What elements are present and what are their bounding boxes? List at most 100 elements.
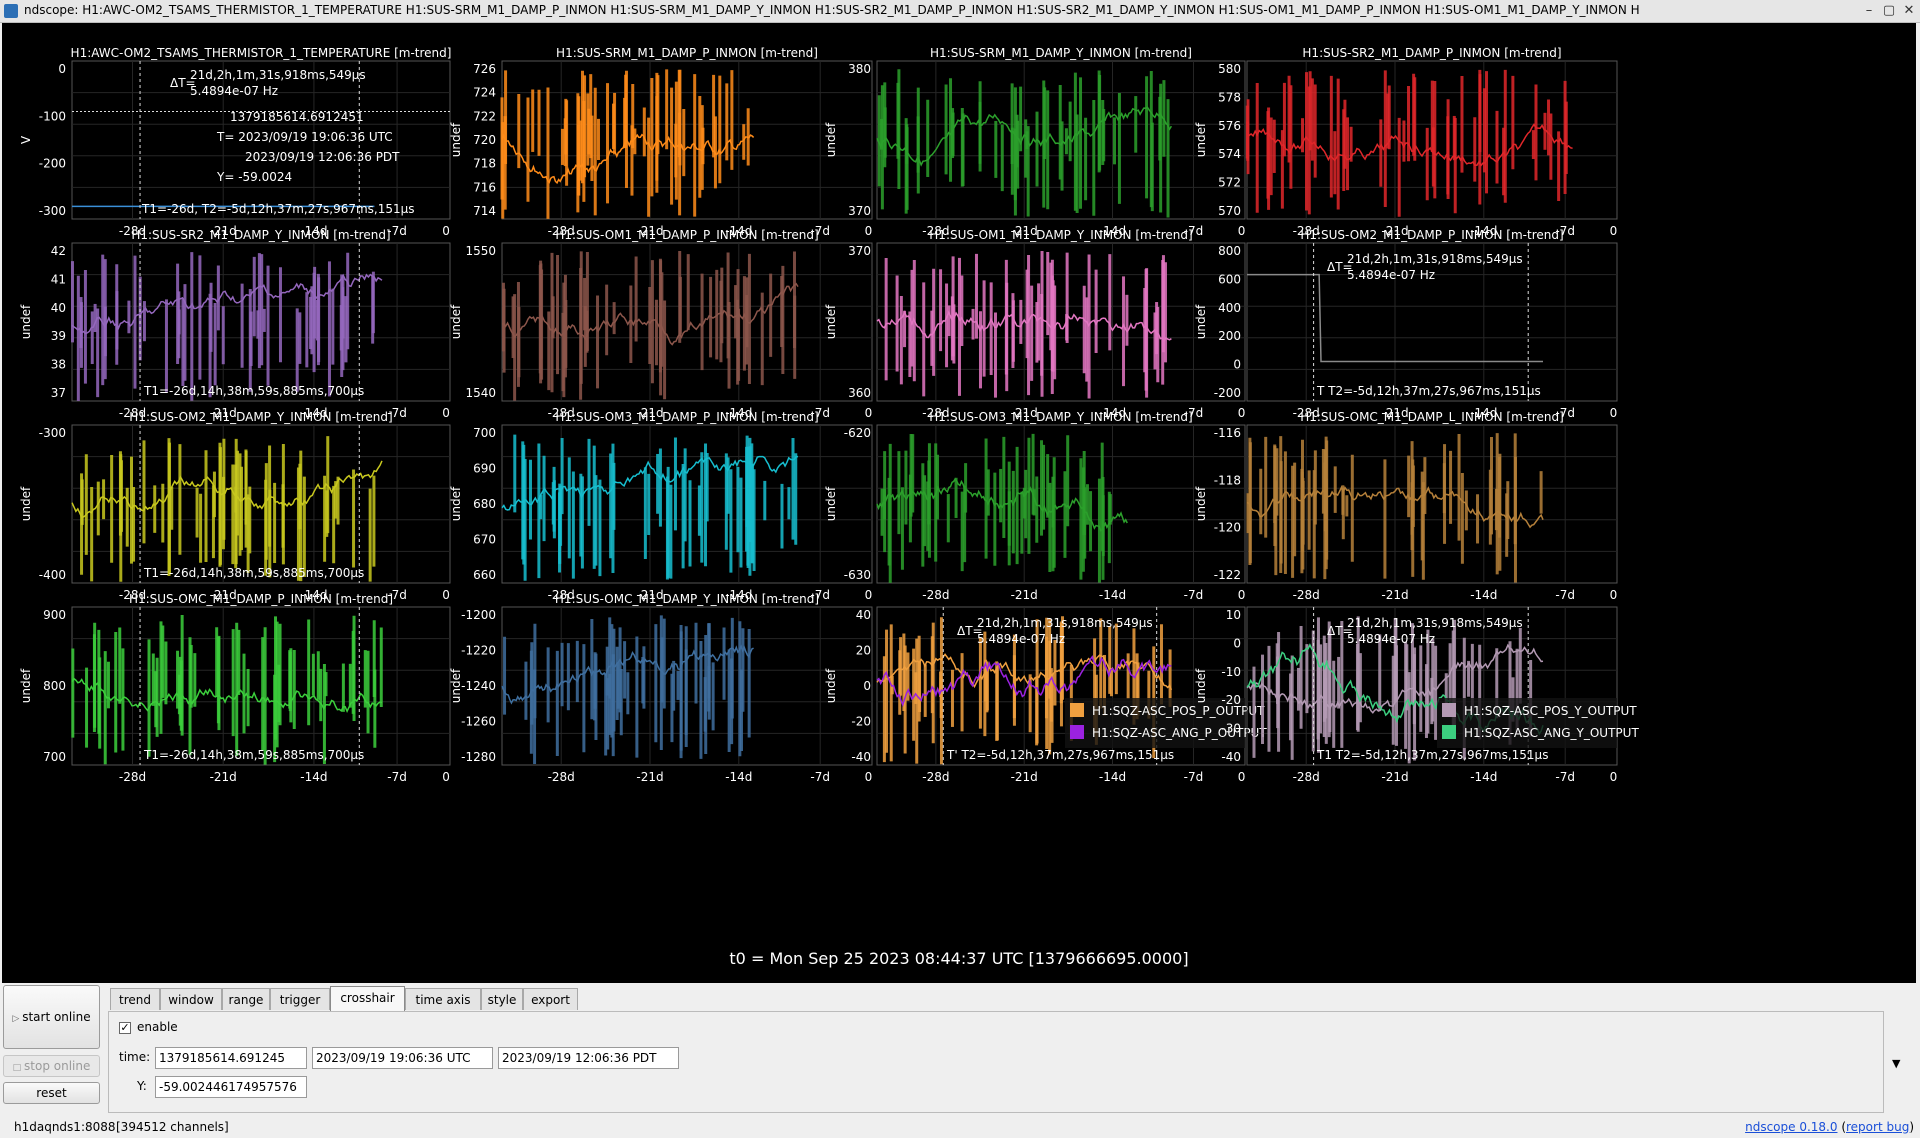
- trend-plot[interactable]: -28d -21d -14d -7d 0100-10-20-30-40undefΔT=2…: [1194, 606, 1639, 784]
- y-tick-label: -100: [39, 109, 66, 123]
- x-tick-label: 0: [1610, 406, 1618, 420]
- y-tick-label: -1200: [461, 608, 496, 622]
- plot-area[interactable]: H1:AWC-OM2_TSAMS_THERMISTOR_1_TEMPERATUR…: [2, 23, 1916, 983]
- y-tick-label: 42: [51, 244, 66, 258]
- plot-grid[interactable]: H1:AWC-OM2_TSAMS_THERMISTOR_1_TEMPERATUR…: [2, 23, 1916, 983]
- plot-title: H1:SUS-SRM_M1_DAMP_P_INMON [m-trend]: [556, 46, 818, 60]
- x-tick-label: 0: [1610, 770, 1618, 784]
- minimize-icon[interactable]: –: [1860, 2, 1878, 20]
- y-tick-label: 0: [1233, 358, 1241, 372]
- crosshair-pdt: 2023/09/19 12:06:36 PDT: [245, 150, 400, 164]
- tab-window[interactable]: window: [160, 988, 222, 1010]
- plot-title: H1:SUS-OM3_M1_DAMP_P_INMON [m-trend]: [555, 410, 818, 424]
- y-tick-label: 400: [1218, 301, 1241, 315]
- trend-plot[interactable]: H1:SUS-SR2_M1_DAMP_P_INMON [m-trend]-28d…: [1194, 46, 1618, 238]
- plot-title: H1:SUS-SRM_M1_DAMP_Y_INMON [m-trend]: [930, 46, 1192, 60]
- x-tick-label: -21d: [210, 770, 237, 784]
- tab-export[interactable]: export: [523, 988, 578, 1010]
- app-icon: [4, 4, 18, 18]
- maximize-icon[interactable]: ▢: [1880, 2, 1898, 20]
- y-tick-label: -20: [851, 715, 871, 729]
- x-tick-label: 0: [1238, 406, 1246, 420]
- plot-title: H1:SUS-OM3_M1_DAMP_Y_INMON [m-trend]: [929, 410, 1192, 424]
- y-axis-label: undef: [1194, 122, 1208, 157]
- x-tick-label: -28d: [1293, 588, 1320, 602]
- y-tick-label: -1220: [461, 644, 496, 658]
- x-tick-label: -14d: [1470, 770, 1497, 784]
- trend-plot[interactable]: H1:SUS-OMC_M1_DAMP_Y_INMON [m-trend] -28d…: [449, 592, 873, 784]
- trend-plot[interactable]: H1:SUS-OM2_M1_DAMP_P_INMON [m-trend]-28d…: [1194, 228, 1618, 420]
- crosshair-utc: T= 2023/09/19 19:06:36 UTC: [216, 130, 393, 144]
- y-axis-label: undef: [824, 486, 838, 521]
- reset-button[interactable]: reset: [3, 1082, 100, 1104]
- y-axis-label: undef: [824, 304, 838, 339]
- x-tick-label: -7d: [1555, 588, 1575, 602]
- tab-time-axis[interactable]: time axis: [405, 988, 481, 1010]
- trend-plot[interactable]: H1:SUS-OM3_M1_DAMP_Y_INMON [m-trend] -28d…: [824, 410, 1246, 602]
- time-utc-field[interactable]: 2023/09/19 19:06:36 UTC: [312, 1047, 493, 1069]
- plot-title: H1:AWC-OM2_TSAMS_THERMISTOR_1_TEMPERATUR…: [71, 46, 452, 60]
- trend-plot[interactable]: H1:SUS-SR2_M1_DAMP_Y_INMON [m-trend]-28d…: [19, 228, 451, 420]
- y-tick-label: 700: [473, 426, 496, 440]
- trend-plot[interactable]: H1:SUS-OMC_M1_DAMP_L_INMON [m-trend] -28d…: [1194, 410, 1618, 602]
- trend-plot[interactable]: H1:SUS-SRM_M1_DAMP_Y_INMON [m-trend]-28d…: [824, 46, 1246, 238]
- y-tick-label: 1550: [465, 244, 496, 258]
- x-tick-label: -7d: [1184, 588, 1204, 602]
- tab-range[interactable]: range: [222, 988, 270, 1010]
- x-tick-label: 0: [1238, 770, 1246, 784]
- y-tick-label: -122: [1214, 568, 1241, 582]
- trend-plot[interactable]: H1:SUS-OM2_M1_DAMP_Y_INMON [m-trend]-28d…: [19, 410, 451, 602]
- y-tick-label: 20: [856, 644, 871, 658]
- window-title: ndscope: H1:AWC-OM2_TSAMS_THERMISTOR_1_T…: [24, 3, 1640, 17]
- time-gps-field[interactable]: 1379185614.691245: [155, 1047, 307, 1069]
- stop-online-button[interactable]: □ stop online: [3, 1055, 100, 1077]
- t1-t2-label: T' T2=-5d,12h,37m,27s,967ms,151µs: [946, 748, 1174, 762]
- tab-style[interactable]: style: [481, 988, 523, 1010]
- tab-trend[interactable]: trend: [110, 988, 160, 1010]
- y-tick-label: -30: [1221, 722, 1241, 736]
- version-link[interactable]: ndscope 0.18.0: [1745, 1120, 1837, 1134]
- t1-label: T1=-26d,14h,38m,59s,885ms,700µs: [143, 384, 364, 398]
- x-tick-label: -7d: [810, 770, 830, 784]
- y-tick-label: 200: [1218, 329, 1241, 343]
- expand-arrow-icon[interactable]: ▼: [1892, 1057, 1900, 1070]
- trace-line: [71, 273, 383, 335]
- start-online-button[interactable]: ▷ start online: [3, 985, 100, 1049]
- y-tick-label: -620: [844, 426, 871, 440]
- y-tick-label: 680: [473, 497, 496, 511]
- plot-title: H1:SUS-OMC_M1_DAMP_L_INMON [m-trend]: [1300, 410, 1564, 424]
- t1-t2-label: T1 T2=-5d,12h,37m,27s,967ms,151µs: [1316, 748, 1548, 762]
- x-tick-label: 0: [1238, 224, 1246, 238]
- enable-checkbox[interactable]: ✓: [119, 1022, 131, 1034]
- close-icon[interactable]: ✕: [1900, 2, 1918, 20]
- plot-frame: [1246, 242, 1618, 402]
- x-tick-label: -21d: [1011, 588, 1038, 602]
- y-tick-label: 720: [473, 133, 496, 147]
- trend-plot[interactable]: H1:AWC-OM2_TSAMS_THERMISTOR_1_TEMPERATUR…: [19, 46, 451, 238]
- plot-title: H1:SUS-OMC_M1_DAMP_Y_INMON [m-trend]: [555, 592, 819, 606]
- y-tick-label: 800: [43, 679, 66, 693]
- x-tick-label: -14d: [300, 770, 327, 784]
- tab-trigger[interactable]: trigger: [270, 988, 330, 1010]
- trend-plot[interactable]: H1:SUS-OM1_M1_DAMP_Y_INMON [m-trend]-28d…: [824, 228, 1246, 420]
- plot-title: H1:SUS-OM1_M1_DAMP_P_INMON [m-trend]: [555, 228, 818, 242]
- time-pdt-field[interactable]: 2023/09/19 12:06:36 PDT: [498, 1047, 679, 1069]
- y-tick-label: -200: [1214, 386, 1241, 400]
- trend-plot[interactable]: H1:SUS-OM3_M1_DAMP_P_INMON [m-trend]-28d…: [449, 410, 873, 602]
- y-tick-label: 39: [51, 329, 66, 343]
- report-bug-link[interactable]: report bug: [1846, 1120, 1909, 1134]
- crosshair-gps: 1379185614.6912451: [230, 110, 364, 124]
- y-tick-label: 578: [1218, 90, 1241, 104]
- trend-plot[interactable]: H1:SUS-OMC_M1_DAMP_P_INMON [m-trend] -28d…: [19, 592, 451, 784]
- y-axis-label: undef: [1194, 304, 1208, 339]
- trend-plot[interactable]: H1:SUS-SRM_M1_DAMP_P_INMON [m-trend]-28d…: [449, 46, 873, 238]
- t1-t2-label: T1=-26d, T2=-5d,12h,37m,27s,967ms,151µs: [141, 202, 415, 216]
- trend-plot[interactable]: H1:SUS-OM1_M1_DAMP_P_INMON [m-trend]-28d…: [449, 228, 873, 420]
- y-value-field[interactable]: -59.002446174957576: [155, 1076, 307, 1098]
- x-tick-label: -21d: [1381, 770, 1408, 784]
- y-tick-label: 718: [473, 157, 496, 171]
- x-tick-label: -21d: [636, 770, 663, 784]
- y-tick-label: -200: [39, 157, 66, 171]
- tab-crosshair[interactable]: crosshair: [330, 986, 405, 1011]
- y-tick-label: 360: [848, 386, 871, 400]
